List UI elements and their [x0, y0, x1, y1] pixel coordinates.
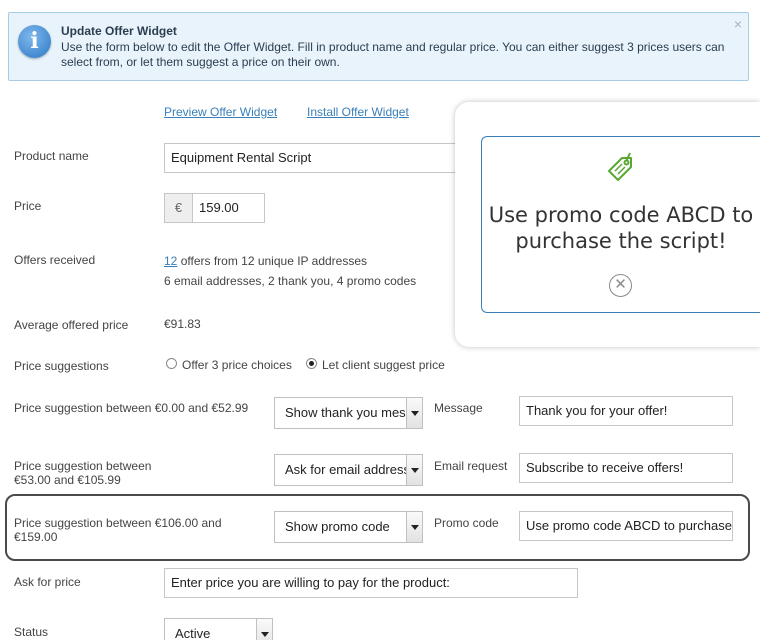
offers-received-label: Offers received	[14, 253, 96, 267]
ask-for-price-label: Ask for price	[14, 575, 81, 589]
radio-let-client-suggest-label: Let client suggest price	[322, 358, 445, 372]
promo-code-label: Promo code	[434, 516, 499, 530]
close-icon[interactable]: ×	[734, 16, 742, 32]
radio-let-client-suggest[interactable]	[306, 358, 317, 369]
product-name-input[interactable]: Equipment Rental Script	[164, 143, 464, 173]
email-request-label: Email request	[434, 459, 508, 473]
preview-offer-widget-link[interactable]: Preview Offer Widget	[164, 105, 277, 119]
radio-offer-3-choices-label: Offer 3 price choices	[182, 358, 292, 372]
radio-offer-3-choices[interactable]	[166, 358, 177, 369]
range-1-action-value: Show thank you message	[285, 405, 423, 420]
average-price-value: €91.83	[164, 317, 201, 331]
price-suggestions-label: Price suggestions	[14, 359, 109, 373]
close-circle-icon[interactable]: ✕	[609, 274, 632, 297]
email-request-input[interactable]: Subscribe to receive offers!	[519, 453, 733, 483]
price-label: Price	[14, 199, 42, 213]
range-1-label: Price suggestion between €0.00 and €52.9…	[14, 401, 249, 415]
status-value: Active	[175, 626, 211, 640]
range-2-label: Price suggestion between €53.00 and €105…	[14, 459, 152, 487]
notice-title: Update Offer Widget	[61, 24, 177, 38]
offers-summary-text: offers from 12 unique IP addresses	[177, 254, 368, 268]
range-3-action-select[interactable]: Show promo code	[274, 511, 423, 543]
chevron-down-icon	[256, 619, 272, 640]
info-notice: i Update Offer Widget Use the form below…	[8, 12, 749, 81]
range-1-action-select[interactable]: Show thank you message	[274, 397, 423, 429]
chevron-down-icon	[406, 455, 422, 485]
status-select[interactable]: Active	[164, 618, 273, 640]
chevron-down-icon	[406, 398, 422, 428]
info-icon: i	[18, 25, 51, 58]
price-tag-icon	[608, 152, 632, 181]
offers-summary: 12 offers from 12 unique IP addresses	[164, 254, 367, 268]
status-label: Status	[14, 625, 49, 639]
notice-text: Use the form below to edit the Offer Wid…	[61, 40, 725, 69]
product-name-label: Product name	[14, 149, 89, 163]
currency-symbol: €	[164, 193, 192, 223]
average-price-label: Average offered price	[14, 318, 129, 332]
offers-breakdown: 6 email addresses, 2 thank you, 4 promo …	[164, 274, 417, 288]
install-offer-widget-link[interactable]: Install Offer Widget	[307, 105, 409, 119]
range-2-action-value: Ask for email address	[285, 462, 410, 477]
offers-count-link[interactable]: 12	[164, 254, 177, 268]
price-input[interactable]: 159.00	[192, 193, 265, 223]
popup-message: Use promo code ABCD to purchase the scri…	[488, 203, 754, 253]
chevron-down-icon	[406, 512, 422, 542]
range-3-action-value: Show promo code	[285, 519, 390, 534]
range-3-label: Price suggestion between €106.00 and €15…	[14, 516, 222, 544]
message-label: Message	[434, 401, 483, 415]
promo-code-input[interactable]: Use promo code ABCD to purchase the scri…	[519, 511, 733, 541]
ask-for-price-input[interactable]: Enter price you are willing to pay for t…	[164, 568, 578, 598]
range-2-action-select[interactable]: Ask for email address	[274, 454, 423, 486]
message-input[interactable]: Thank you for your offer!	[519, 396, 733, 426]
